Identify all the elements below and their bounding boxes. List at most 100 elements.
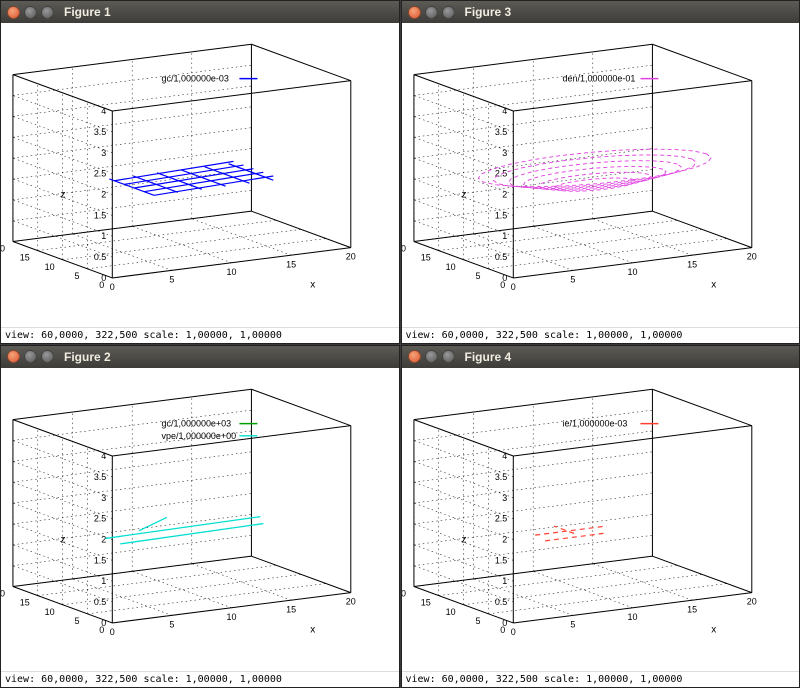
svg-text:0: 0 <box>110 282 115 292</box>
plot-area[interactable]: 051015200510152000.511.522.533.54xyz gc/… <box>1 23 399 327</box>
svg-text:1.5: 1.5 <box>94 210 106 220</box>
svg-text:20: 20 <box>1 588 5 598</box>
svg-text:0: 0 <box>510 627 515 637</box>
svg-text:2: 2 <box>502 189 507 199</box>
window-title: Figure 4 <box>465 350 512 364</box>
minimize-icon[interactable] <box>425 350 438 363</box>
window-title: Figure 1 <box>64 5 111 19</box>
svg-text:1.5: 1.5 <box>494 210 506 220</box>
svg-text:1: 1 <box>502 576 507 586</box>
svg-text:2: 2 <box>101 534 106 544</box>
svg-text:20: 20 <box>746 596 756 606</box>
svg-text:10: 10 <box>227 611 237 621</box>
svg-text:0: 0 <box>502 617 507 627</box>
status-bar: view: 60,0000, 322,500 scale: 1,00000, 1… <box>1 671 399 687</box>
svg-text:3.5: 3.5 <box>494 127 506 137</box>
close-icon[interactable] <box>7 6 20 19</box>
svg-text:5: 5 <box>74 271 79 281</box>
svg-text:0.5: 0.5 <box>94 597 106 607</box>
titlebar[interactable]: Figure 1 <box>1 1 399 23</box>
svg-text:3.5: 3.5 <box>494 471 506 481</box>
status-bar: view: 60,0000, 322,500 scale: 1,00000, 1… <box>1 327 399 343</box>
maximize-icon[interactable] <box>41 350 54 363</box>
titlebar[interactable]: Figure 3 <box>402 1 800 23</box>
svg-text:5: 5 <box>570 619 575 629</box>
figure-window: Figure 1 051015200510152000.511.522.533.… <box>0 0 400 344</box>
svg-text:z: z <box>60 534 65 545</box>
svg-text:15: 15 <box>687 259 697 269</box>
svg-text:x: x <box>310 624 315 635</box>
minimize-icon[interactable] <box>425 6 438 19</box>
svg-text:5: 5 <box>475 271 480 281</box>
svg-text:5: 5 <box>570 274 575 284</box>
svg-text:10: 10 <box>445 262 455 272</box>
svg-text:3: 3 <box>502 492 507 502</box>
svg-text:z: z <box>60 189 65 200</box>
window-title: Figure 3 <box>465 5 512 19</box>
svg-text:20: 20 <box>1 244 5 254</box>
svg-text:3: 3 <box>502 148 507 158</box>
svg-text:z: z <box>461 189 466 200</box>
svg-text:0.5: 0.5 <box>494 252 506 262</box>
status-bar: view: 60,0000, 322,500 scale: 1,00000, 1… <box>402 671 800 687</box>
figure-window: Figure 4 051015200510152000.511.522.533.… <box>401 345 800 688</box>
svg-text:den/1,000000e-01: den/1,000000e-01 <box>562 74 635 84</box>
svg-text:15: 15 <box>420 253 430 263</box>
svg-text:2.5: 2.5 <box>94 513 106 523</box>
svg-text:2: 2 <box>502 534 507 544</box>
svg-text:10: 10 <box>627 267 637 277</box>
close-icon[interactable] <box>408 350 421 363</box>
svg-text:0: 0 <box>101 617 106 627</box>
close-icon[interactable] <box>7 350 20 363</box>
status-bar: view: 60,0000, 322,500 scale: 1,00000, 1… <box>402 327 800 343</box>
plot-area[interactable]: 051015200510152000.511.522.533.54xyz den… <box>402 23 800 327</box>
svg-text:20: 20 <box>346 596 356 606</box>
maximize-icon[interactable] <box>442 350 455 363</box>
svg-text:20: 20 <box>346 252 356 262</box>
svg-text:1: 1 <box>101 231 106 241</box>
plot-area[interactable]: 051015200510152000.511.522.533.54xyz gc/… <box>1 368 399 672</box>
svg-text:x: x <box>711 624 716 635</box>
maximize-icon[interactable] <box>41 6 54 19</box>
titlebar[interactable]: Figure 4 <box>402 346 800 368</box>
svg-text:5: 5 <box>169 274 174 284</box>
svg-text:2.5: 2.5 <box>94 169 106 179</box>
svg-text:10: 10 <box>45 606 55 616</box>
svg-text:15: 15 <box>687 604 697 614</box>
svg-text:3.5: 3.5 <box>94 127 106 137</box>
close-icon[interactable] <box>408 6 421 19</box>
plot-svg: 051015200510152000.511.522.533.54xyz gc/… <box>1 23 399 327</box>
svg-text:20: 20 <box>746 252 756 262</box>
svg-text:gc/1,000000e-03: gc/1,000000e-03 <box>162 74 229 84</box>
svg-text:5: 5 <box>475 615 480 625</box>
svg-text:z: z <box>461 534 466 545</box>
minimize-icon[interactable] <box>24 350 37 363</box>
plot-area[interactable]: 051015200510152000.511.522.533.54xyz ie/… <box>402 368 800 672</box>
svg-text:10: 10 <box>627 611 637 621</box>
svg-text:15: 15 <box>20 253 30 263</box>
svg-text:10: 10 <box>445 606 455 616</box>
svg-text:10: 10 <box>45 262 55 272</box>
svg-text:5: 5 <box>74 615 79 625</box>
svg-text:5: 5 <box>169 619 174 629</box>
svg-text:1: 1 <box>502 231 507 241</box>
svg-text:gc/1,000000e+03: gc/1,000000e+03 <box>162 418 232 428</box>
svg-text:ie/1,000000e-03: ie/1,000000e-03 <box>562 418 627 428</box>
svg-text:2.5: 2.5 <box>494 513 506 523</box>
svg-text:0: 0 <box>510 282 515 292</box>
minimize-icon[interactable] <box>24 6 37 19</box>
svg-text:20: 20 <box>402 588 406 598</box>
plot-svg: 051015200510152000.511.522.533.54xyz den… <box>402 23 800 327</box>
maximize-icon[interactable] <box>442 6 455 19</box>
svg-text:4: 4 <box>502 106 507 116</box>
svg-text:0: 0 <box>110 627 115 637</box>
svg-text:2: 2 <box>101 189 106 199</box>
window-title: Figure 2 <box>64 350 111 364</box>
titlebar[interactable]: Figure 2 <box>1 346 399 368</box>
svg-text:4: 4 <box>502 450 507 460</box>
svg-text:x: x <box>310 279 315 290</box>
svg-text:15: 15 <box>286 259 296 269</box>
svg-text:1.5: 1.5 <box>94 555 106 565</box>
svg-text:20: 20 <box>402 244 406 254</box>
svg-text:3.5: 3.5 <box>94 471 106 481</box>
